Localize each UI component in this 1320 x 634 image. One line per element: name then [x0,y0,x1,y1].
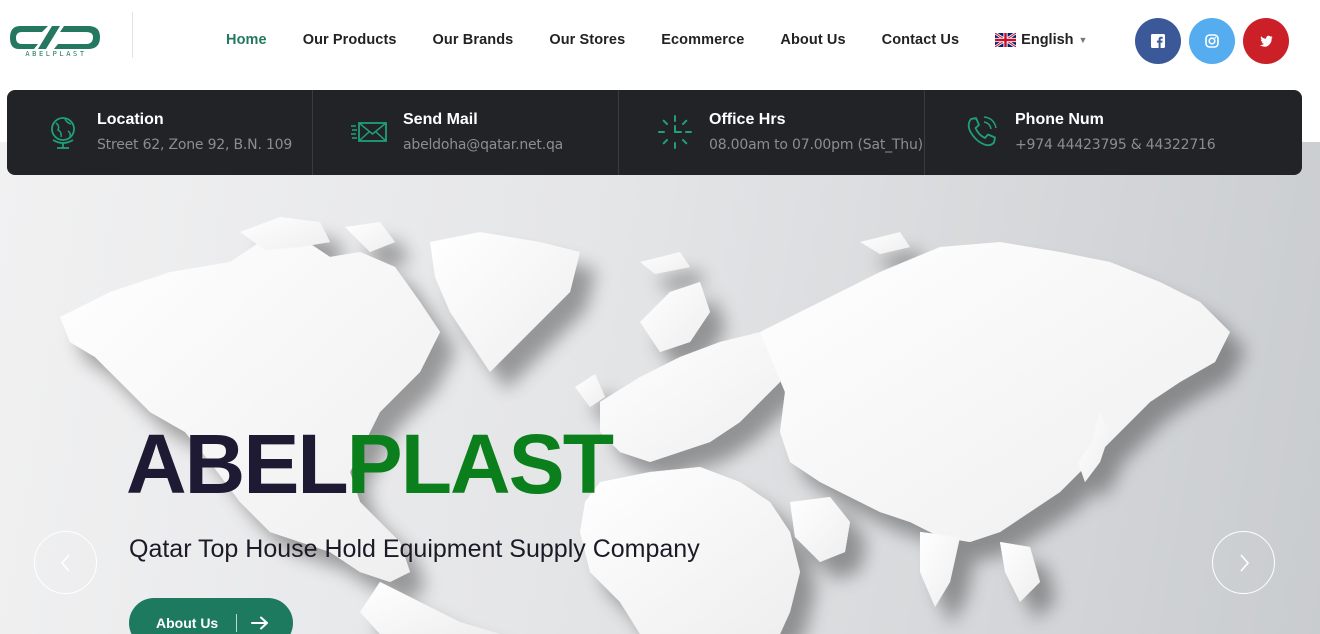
info-location: Location Street 62, Zone 92, B.N. 109 [7,90,313,175]
info-location-value: Street 62, Zone 92, B.N. 109 [97,137,293,153]
nav-our-stores[interactable]: Our Stores [549,32,625,48]
chevron-left-icon [60,553,70,572]
instagram-icon [1205,34,1219,48]
slider-prev-button[interactable] [34,531,97,594]
contact-info-bar: Location Street 62, Zone 92, B.N. 109 Se… [7,90,1302,175]
hero-title-abel: ABEL [126,417,349,511]
logo-wordmark: ABELPLAST [25,50,86,58]
abelplast-logo[interactable]: ABELPLAST [8,22,104,58]
info-office-hours: Office Hrs 08.00am to 07.00pm (Sat_Thu) [619,90,925,175]
about-us-button[interactable]: About Us [129,598,293,634]
uk-flag-icon [995,33,1017,47]
about-us-button-label: About Us [156,615,219,631]
info-phone: Phone Num +974 44423795 & 44322716 [925,90,1302,175]
nav-home[interactable]: Home [226,32,267,48]
chevron-down-icon: ▼ [1078,35,1088,45]
slider-next-button[interactable] [1212,531,1275,594]
info-office-hours-title: Office Hrs [709,111,786,128]
info-mail-title: Send Mail [403,111,478,128]
hero-title-plast: PLAST [346,417,614,511]
header-divider [132,12,133,58]
language-selector[interactable]: English ▼ [995,32,1087,48]
arrow-right-icon [251,616,269,630]
twitter-button[interactable] [1243,18,1289,64]
main-nav: Home Our Products Our Brands Our Stores … [226,30,1087,50]
nav-about-us[interactable]: About Us [780,32,845,48]
info-location-title: Location [97,111,164,128]
chevron-right-icon [1239,553,1249,572]
site-header: ABELPLAST Home Our Products Our Brands O… [0,0,1320,82]
globe-icon [51,117,75,149]
clock-icon [658,115,692,149]
info-phone-value[interactable]: +974 44423795 & 44322716 [1015,137,1216,153]
nav-our-brands[interactable]: Our Brands [433,32,514,48]
nav-ecommerce[interactable]: Ecommerce [661,32,744,48]
facebook-icon [1151,34,1165,48]
nav-contact-us[interactable]: Contact Us [882,32,960,48]
info-office-hours-value: 08.00am to 07.00pm (Sat_Thu) [709,137,923,153]
hero-title: ABELPLAST [126,422,614,506]
hero-tagline: Qatar Top House Hold Equipment Supply Co… [129,535,700,563]
facebook-button[interactable] [1135,18,1181,64]
twitter-icon [1259,35,1273,47]
hero-slider: ABELPLAST Qatar Top House Hold Equipment… [0,142,1320,634]
phone-icon [967,116,997,147]
info-phone-title: Phone Num [1015,111,1104,128]
info-mail: Send Mail abeldoha@qatar.net.qa [313,90,619,175]
instagram-button[interactable] [1189,18,1235,64]
button-divider [236,614,238,632]
info-mail-value[interactable]: abeldoha@qatar.net.qa [403,137,563,153]
mail-icon [351,122,387,142]
nav-our-products[interactable]: Our Products [303,32,397,48]
language-label: English [1021,32,1074,48]
